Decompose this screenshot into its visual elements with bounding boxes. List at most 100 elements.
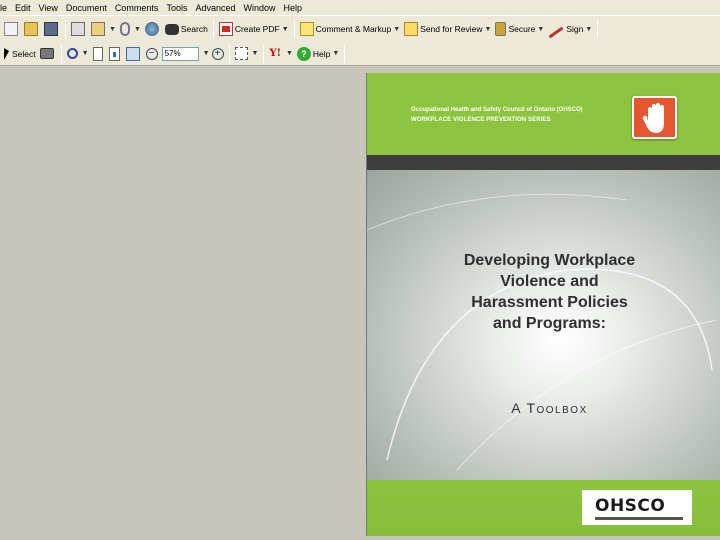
sign-label: Sign: [566, 24, 584, 34]
separator: [65, 20, 66, 38]
save-button[interactable]: [42, 19, 62, 39]
chevron-down-icon[interactable]: ▼: [203, 50, 210, 57]
camera-icon: [39, 48, 54, 59]
council-name: Occupational Health and Safety Council o…: [411, 107, 583, 113]
logo-tagline: [595, 517, 683, 520]
stop-hand-logo: [632, 96, 677, 139]
print-button[interactable]: [69, 19, 89, 39]
sign-button[interactable]: Sign ▼: [546, 19, 594, 39]
comment-icon: [299, 22, 314, 36]
rotate-icon: [234, 47, 248, 60]
menu-document[interactable]: Document: [66, 3, 107, 13]
lock-icon: [495, 22, 507, 36]
globe-icon: [144, 22, 159, 36]
toolbar-main: ▼ ▼ Search Create PDF ▼ Comment & Markup ▼…: [0, 15, 720, 42]
cursor-icon: [4, 47, 9, 60]
chevron-down-icon: ▼: [133, 25, 141, 33]
cover-title: Developing Workplace Violence and Harass…: [427, 250, 672, 334]
separator: [60, 44, 62, 63]
cover-header-band: Occupational Health and Safety Council o…: [367, 73, 720, 155]
open-button[interactable]: [22, 19, 42, 39]
snapshot-button[interactable]: [38, 44, 58, 64]
zoom-out-button[interactable]: −: [144, 44, 160, 64]
pdf-page[interactable]: Occupational Health and Safety Council o…: [367, 73, 720, 536]
chevron-down-icon: ▼: [484, 25, 492, 33]
menu-file[interactable]: ile: [0, 3, 7, 13]
title-line: Violence and: [500, 273, 599, 290]
plus-icon: +: [211, 47, 224, 60]
send-review-button[interactable]: Send for Review ▼: [402, 19, 493, 39]
fit-width-button[interactable]: [124, 44, 144, 64]
help-button[interactable]: ? Help ▼: [295, 44, 341, 64]
select-label: Select: [12, 48, 36, 59]
comment-markup-button[interactable]: Comment & Markup ▼: [298, 19, 403, 39]
folder-icon: [24, 22, 38, 36]
separator: [344, 44, 346, 63]
separator: [263, 44, 265, 63]
menu-edit[interactable]: Edit: [15, 3, 31, 13]
chevron-down-icon: ▼: [585, 25, 593, 33]
help-label: Help: [312, 48, 331, 59]
search-label: Search: [180, 24, 208, 34]
separator: [293, 20, 295, 38]
separator: [597, 20, 599, 38]
hand-icon: [642, 103, 664, 133]
binoculars-icon: [164, 23, 179, 35]
actual-size-button[interactable]: [91, 44, 107, 64]
cover-body: Developing Workplace Violence and Harass…: [367, 170, 720, 480]
menu-view[interactable]: View: [39, 3, 58, 13]
document-workspace[interactable]: Occupational Health and Safety Council o…: [0, 67, 720, 540]
chevron-down-icon: ▼: [393, 25, 401, 33]
cover-divider: [367, 155, 720, 170]
printer-icon: [71, 22, 85, 36]
send-review-label: Send for Review: [420, 24, 483, 34]
pdf-icon: [218, 22, 233, 36]
magnifier-icon: [66, 48, 78, 59]
series-name: WORKPLACE VIOLENCE PREVENTION SERIES: [411, 117, 551, 123]
email-button[interactable]: [2, 19, 22, 39]
ohsco-logo: OHSCO: [595, 496, 666, 516]
zoom-in-button[interactable]: +: [210, 44, 226, 64]
secure-button[interactable]: Secure ▼: [493, 19, 546, 39]
title-line: Harassment Policies: [471, 294, 628, 311]
toolbar-view: Select ▼ − 57% ▼ + ▼ Y! ▼ ? Help ▼: [0, 42, 720, 66]
zoom-tool-button[interactable]: ▼: [65, 44, 91, 64]
create-pdf-label: Create PDF: [234, 24, 280, 34]
fit-page-button[interactable]: [107, 44, 124, 64]
chevron-down-icon: ▼: [109, 25, 116, 33]
organizer-icon: [91, 22, 105, 36]
mail-icon: [4, 22, 18, 36]
minus-icon: −: [145, 47, 158, 60]
menu-window[interactable]: Window: [243, 3, 275, 13]
cover-footer-band: OHSCO: [367, 480, 720, 536]
menu-help[interactable]: Help: [284, 3, 303, 13]
organizer-button[interactable]: ▼: [89, 19, 118, 39]
search-button[interactable]: Search: [163, 19, 210, 39]
menu-comments[interactable]: Comments: [115, 3, 159, 13]
cover-subtitle: A Toolbox: [511, 400, 588, 416]
menu-tools[interactable]: Tools: [166, 3, 187, 13]
separator: [212, 20, 214, 38]
web-button[interactable]: [143, 19, 163, 39]
paperclip-icon: [119, 22, 130, 36]
yahoo-button[interactable]: Y! ▼: [267, 44, 294, 64]
select-tool-button[interactable]: Select: [2, 44, 38, 64]
attach-button[interactable]: ▼: [118, 19, 143, 39]
chevron-down-icon: ▼: [281, 25, 289, 33]
review-icon: [404, 22, 419, 36]
menu-bar: ile Edit View Document Comments Tools Ad…: [0, 0, 720, 15]
pen-icon: [548, 26, 564, 38]
page-icon: [92, 46, 103, 61]
fit-width-icon: [125, 46, 140, 61]
create-pdf-button[interactable]: Create PDF ▼: [217, 19, 291, 39]
chevron-down-icon: ▼: [285, 50, 293, 57]
fit-page-icon: [108, 46, 120, 61]
zoom-input[interactable]: 57%: [161, 46, 199, 61]
separator: [228, 44, 230, 63]
title-line: Developing Workplace: [463, 252, 636, 269]
chevron-down-icon: ▼: [251, 50, 259, 57]
menu-advanced[interactable]: Advanced: [195, 3, 235, 13]
title-line: and Programs:: [493, 315, 606, 332]
rotate-button[interactable]: ▼: [233, 44, 261, 64]
chevron-down-icon: ▼: [332, 50, 340, 57]
